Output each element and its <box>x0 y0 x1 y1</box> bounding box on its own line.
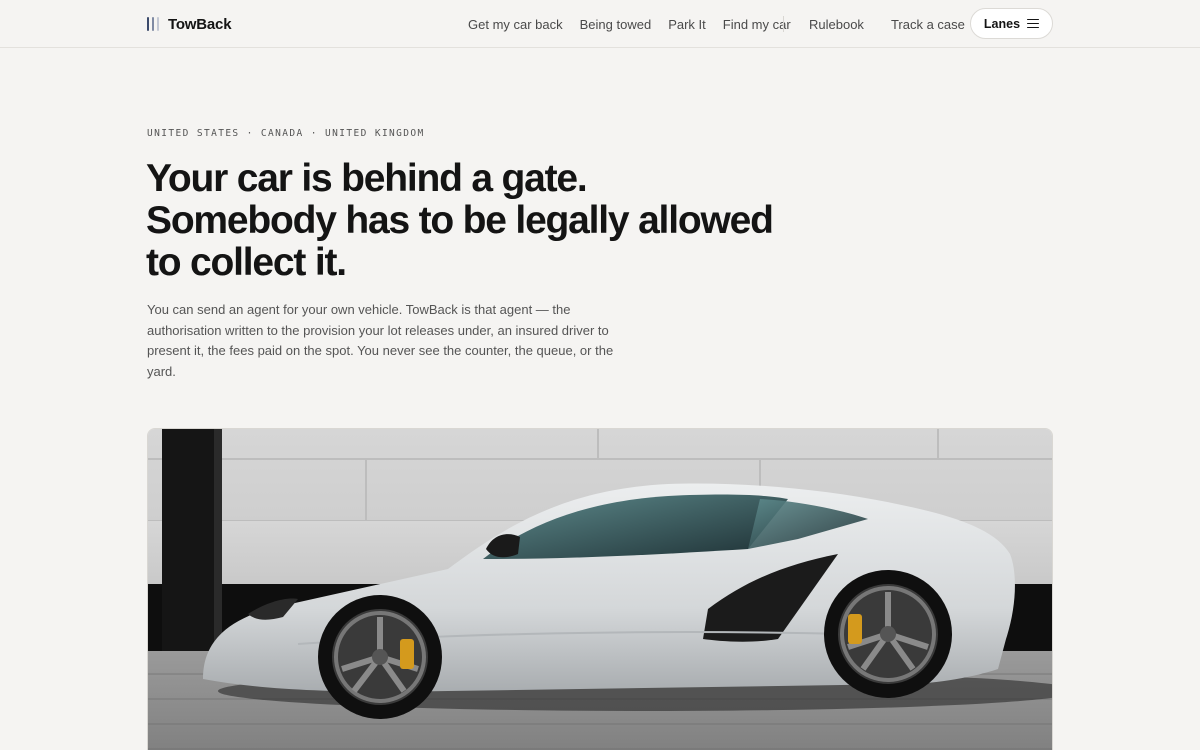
hero-headline: Your car is behind a gate. Somebody has … <box>146 158 826 284</box>
brand-logo[interactable]: TowBack <box>147 14 232 34</box>
site-header: TowBack Get my car back Being towed Park… <box>0 0 1200 48</box>
primary-nav: Get my car back Being towed Park It Find… <box>468 0 808 48</box>
nav-divider <box>783 16 784 32</box>
nav-park-it[interactable]: Park It <box>668 17 706 32</box>
rear-wheel <box>824 570 952 698</box>
brand-name: TowBack <box>168 15 232 33</box>
headline-line-2: Somebody has to be legally allowed <box>146 199 774 242</box>
nav-being-towed[interactable]: Being towed <box>580 17 652 32</box>
menu-icon <box>1027 19 1040 28</box>
nav-get-my-car-back[interactable]: Get my car back <box>468 17 563 32</box>
hero-car-photo <box>147 428 1053 750</box>
headline-line-3: to collect it. <box>146 241 347 284</box>
nav-track-a-case[interactable]: Track a case <box>891 17 965 32</box>
bars-logo-icon <box>147 17 160 31</box>
region-eyebrow: UNITED STATES · CANADA · UNITED KINGDOM <box>147 128 425 139</box>
lanes-label: Lanes <box>983 16 1021 31</box>
nav-rulebook[interactable]: Rulebook <box>809 17 864 32</box>
secondary-nav: Rulebook Track a case <box>809 0 992 48</box>
nav-find-my-car[interactable]: Find my car <box>723 17 791 32</box>
car-illustration <box>148 429 1052 750</box>
headline-line-1: Your car is behind a gate. <box>146 157 588 200</box>
hero-lede: You can send an agent for your own vehic… <box>147 302 614 379</box>
front-wheel <box>318 595 442 719</box>
lanes-menu-button[interactable]: Lanes <box>970 8 1053 39</box>
